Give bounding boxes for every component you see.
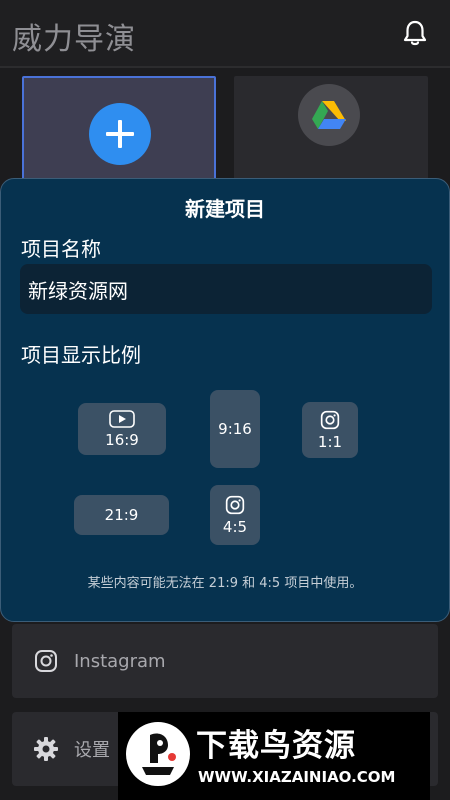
ratio-1-1-button[interactable]: 1:1 <box>302 402 358 458</box>
app-bar: 威力导演 <box>0 0 450 68</box>
watermark-url: WWW.XIAZAINIAO.COM <box>198 768 396 786</box>
watermark: 下载鸟资源 WWW.XIAZAINIAO.COM <box>118 712 430 800</box>
menu-item-instagram[interactable]: Instagram <box>12 624 438 698</box>
project-name-input[interactable] <box>20 264 432 314</box>
ratio-label: 4:5 <box>222 517 248 536</box>
aspect-ratio-label: 项目显示比例 <box>21 343 141 367</box>
app-title: 威力导演 <box>12 22 136 57</box>
instagram-icon <box>320 410 340 430</box>
youtube-icon <box>109 409 135 428</box>
bell-icon[interactable] <box>398 16 432 50</box>
dialog-title: 新建项目 <box>185 197 265 221</box>
ratio-label: 21:9 <box>104 506 139 524</box>
ratio-16-9-button[interactable]: 16:9 <box>78 403 166 455</box>
screen: 威力导演 Instagram 设置 新建项目 项目名称 新绿资源网 项目显示比例… <box>0 0 450 800</box>
google-drive-icon <box>298 84 360 146</box>
plus-icon <box>89 103 151 165</box>
ratio-label: 1:1 <box>317 432 343 451</box>
instagram-icon <box>32 647 60 675</box>
ratio-note: 某些内容可能无法在 21:9 和 4:5 项目中使用。 <box>87 576 363 591</box>
google-drive-tile[interactable] <box>234 76 428 186</box>
new-project-dialog: 新建项目 项目名称 项目显示比例 16:9 9:16 <box>0 178 450 622</box>
ratio-9-16-button[interactable]: 9:16 <box>210 390 260 468</box>
ratio-4-5-button[interactable]: 4:5 <box>210 485 260 545</box>
ratio-label: 16:9 <box>105 430 139 449</box>
new-project-tile[interactable] <box>22 76 216 186</box>
ratio-label: 9:16 <box>218 420 252 438</box>
menu-item-label: Instagram <box>74 650 166 672</box>
watermark-title: 下载鸟资源 <box>196 728 356 764</box>
gear-icon <box>32 735 60 763</box>
project-name-label: 项目名称 <box>21 237 101 261</box>
instagram-icon <box>225 495 245 515</box>
menu-item-label: 设置 <box>74 740 110 761</box>
ratio-21-9-button[interactable]: 21:9 <box>74 495 169 535</box>
bird-logo-icon <box>126 722 190 786</box>
